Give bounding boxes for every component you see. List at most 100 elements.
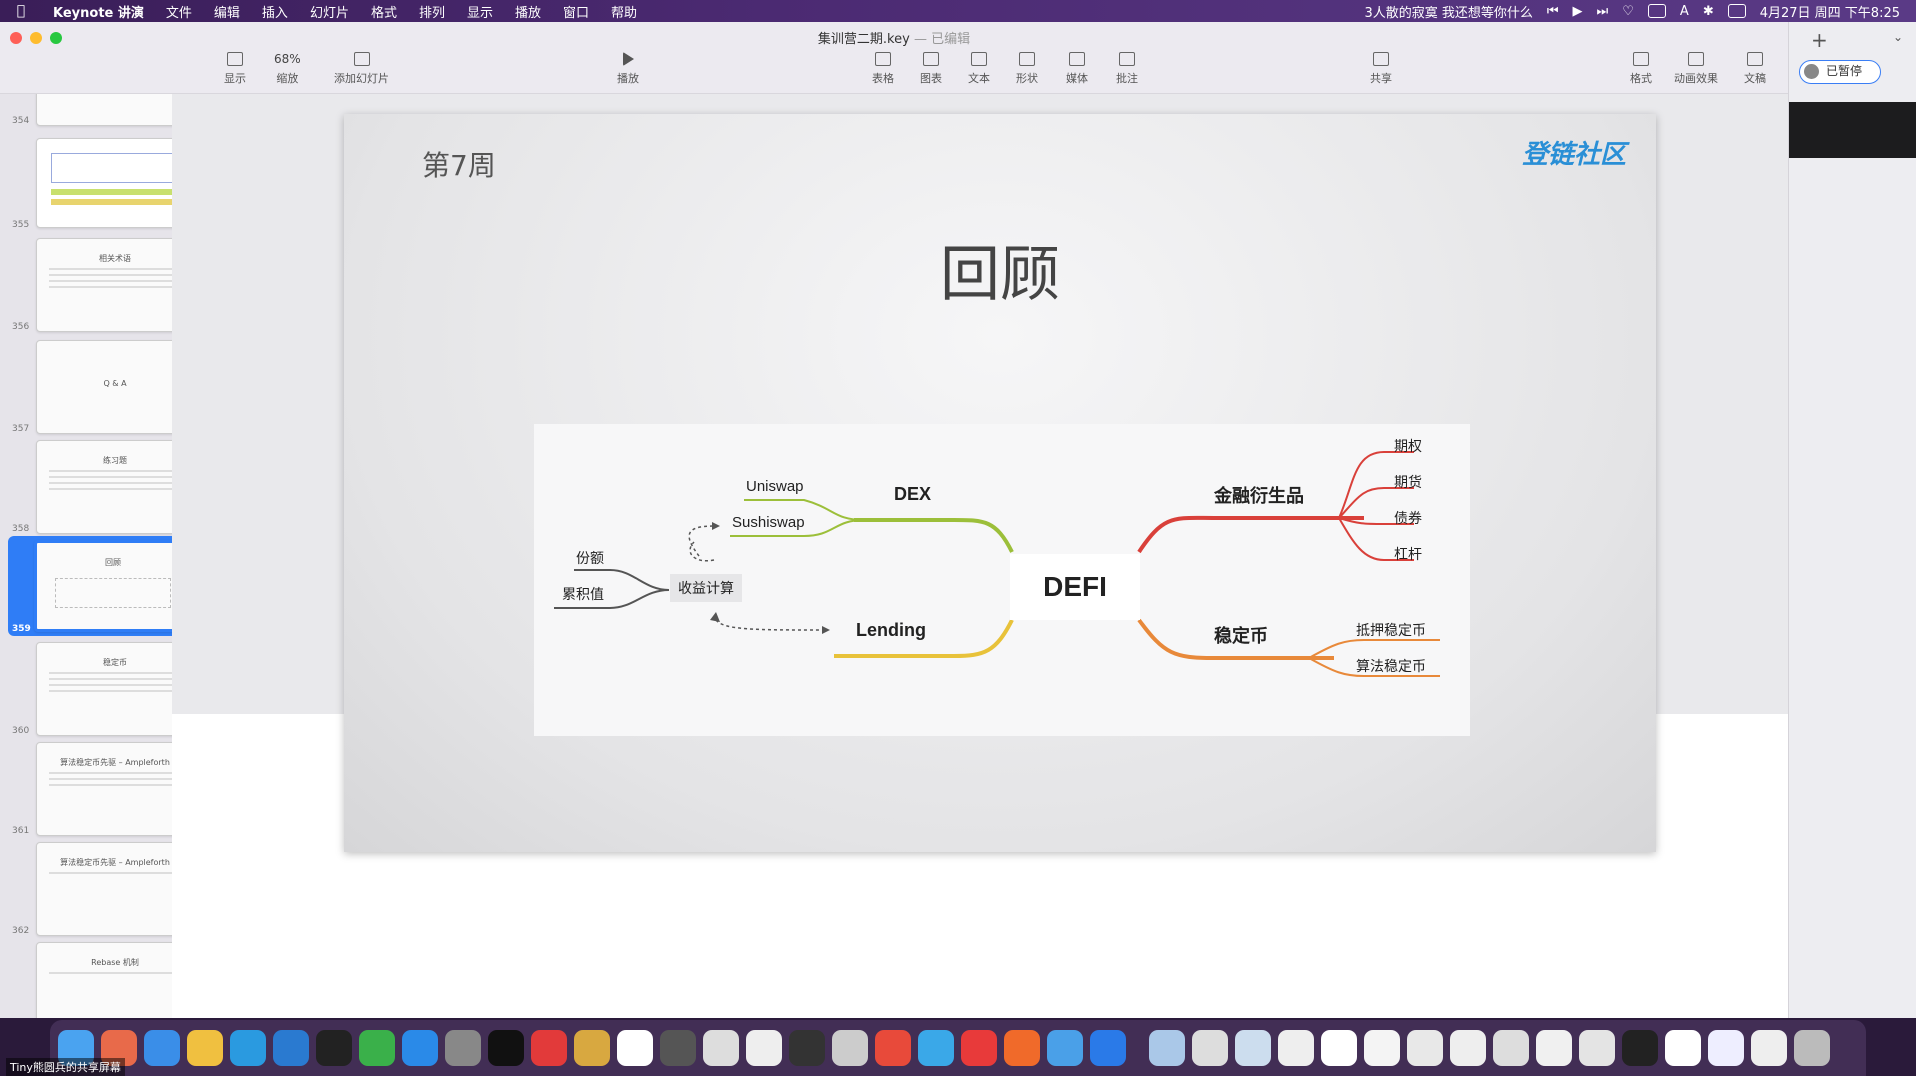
document-button[interactable]: 文稿 xyxy=(1744,52,1766,86)
chart-button[interactable]: 图表 xyxy=(920,52,942,86)
slide-thumb[interactable]: 354 xyxy=(0,94,172,128)
edge-icon[interactable] xyxy=(230,1030,266,1066)
slide-thumb[interactable]: 相关术语 356 xyxy=(0,236,172,334)
status-icon[interactable] xyxy=(1647,4,1666,18)
window-thumbnail-icon[interactable] xyxy=(1708,1030,1744,1066)
defi-mindmap[interactable]: DEFI DEX Uniswap Sushiswap Lending 收益计算 … xyxy=(534,424,1470,736)
xmind-icon[interactable] xyxy=(1004,1030,1040,1066)
menu-slide[interactable]: 幻灯片 xyxy=(299,2,360,21)
view-button[interactable]: 显示 xyxy=(224,52,246,86)
shape-button[interactable]: 形状 xyxy=(1016,52,1038,86)
window-thumbnail-icon[interactable] xyxy=(1579,1030,1615,1066)
slide-thumb[interactable]: Rebase 机制 xyxy=(0,940,172,1018)
node-stablecoin[interactable]: 稳定币 xyxy=(1214,622,1268,648)
typora-icon[interactable] xyxy=(617,1030,653,1066)
wps-icon[interactable] xyxy=(875,1030,911,1066)
clock-text[interactable]: 4月27日 周四 下午8:25 xyxy=(1760,2,1900,21)
coin-icon[interactable] xyxy=(574,1030,610,1066)
youdao-icon[interactable] xyxy=(531,1030,567,1066)
node-yield-calc[interactable]: 收益计算 xyxy=(670,574,742,602)
slide-thumb[interactable]: Q & A 357 xyxy=(0,338,172,436)
add-slide-button[interactable]: 添加幻灯片 xyxy=(334,52,389,86)
bluetooth-icon[interactable]: ✱ xyxy=(1703,4,1714,19)
menu-app[interactable]: Keynote 讲演 xyxy=(42,2,155,21)
window-thumbnail-icon[interactable] xyxy=(1364,1030,1400,1066)
node-lending[interactable]: Lending xyxy=(856,620,926,641)
terminal-icon[interactable] xyxy=(316,1030,352,1066)
node-derivatives[interactable]: 金融衍生品 xyxy=(1214,482,1304,508)
window-thumbnail-icon[interactable] xyxy=(1407,1030,1443,1066)
center-node-defi[interactable]: DEFI xyxy=(1010,554,1140,620)
chevron-down-icon[interactable]: ⌄ xyxy=(1893,30,1903,44)
preview-icon[interactable] xyxy=(832,1030,868,1066)
slide-thumb[interactable]: 稳定币 360 xyxy=(0,640,172,738)
window-thumbnail-icon[interactable] xyxy=(1493,1030,1529,1066)
menu-arrange[interactable]: 排列 xyxy=(408,2,456,21)
wechat-icon[interactable] xyxy=(359,1030,395,1066)
menu-view[interactable]: 显示 xyxy=(456,2,504,21)
current-slide[interactable]: 第7周 登链社区 回顾 DEFI DEX Uniswap Sushiswap L… xyxy=(344,114,1656,852)
qq-icon[interactable] xyxy=(488,1030,524,1066)
node-bonds[interactable]: 债券 xyxy=(1394,508,1422,528)
calculator-icon[interactable] xyxy=(660,1030,696,1066)
window-thumbnail-icon[interactable] xyxy=(1665,1030,1701,1066)
lark-icon[interactable] xyxy=(1090,1030,1126,1066)
node-accum[interactable]: 累积值 xyxy=(562,584,604,604)
text-button[interactable]: 文本 xyxy=(968,52,990,86)
apple-icon[interactable]:  xyxy=(0,3,42,19)
node-options[interactable]: 期权 xyxy=(1394,436,1422,456)
now-playing-text[interactable]: 3人散的寂寞 我还想等你什么 xyxy=(1364,2,1532,21)
app-store-icon[interactable] xyxy=(402,1030,438,1066)
window-thumbnail-icon[interactable] xyxy=(1235,1030,1271,1066)
slide-thumb[interactable]: 算法稳定币先驱 – Ampleforth 361 xyxy=(0,740,172,838)
settings-icon[interactable] xyxy=(445,1030,481,1066)
window-thumbnail-icon[interactable] xyxy=(1536,1030,1572,1066)
input-method-icon[interactable]: A xyxy=(1680,4,1689,19)
slide-thumb[interactable]: 算法稳定币先驱 – Ampleforth 362 xyxy=(0,840,172,938)
comment-button[interactable]: 批注 xyxy=(1116,52,1138,86)
node-collateral-stable[interactable]: 抵押稳定币 xyxy=(1356,620,1426,640)
heart-icon[interactable]: ♡ xyxy=(1622,4,1634,19)
slide-canvas[interactable]: 第7周 登链社区 回顾 DEFI DEX Uniswap Sushiswap L… xyxy=(172,94,1788,1018)
menu-window[interactable]: 窗口 xyxy=(552,2,600,21)
slide-navigator[interactable]: 354 355 相关术语 356 Q & A 357 练习题 358 回顾 35… xyxy=(0,94,172,1018)
node-sushiswap[interactable]: Sushiswap xyxy=(732,514,805,531)
netease-music-icon[interactable] xyxy=(961,1030,997,1066)
battery-icon[interactable] xyxy=(1727,4,1746,18)
node-algo-stable[interactable]: 算法稳定币 xyxy=(1356,656,1426,676)
menu-insert[interactable]: 插入 xyxy=(251,2,299,21)
prev-track-icon[interactable]: ⏮ xyxy=(1547,4,1559,19)
trash-icon[interactable] xyxy=(1794,1030,1830,1066)
window-thumbnail-icon[interactable] xyxy=(1149,1030,1185,1066)
node-share[interactable]: 份额 xyxy=(576,548,604,568)
paused-badge[interactable]: 已暂停 xyxy=(1799,60,1881,84)
pages-icon[interactable] xyxy=(746,1030,782,1066)
menu-play[interactable]: 播放 xyxy=(504,2,552,21)
chrome-icon[interactable] xyxy=(187,1030,223,1066)
window-thumbnail-icon[interactable] xyxy=(1321,1030,1357,1066)
window-thumbnail-icon[interactable] xyxy=(1192,1030,1228,1066)
table-button[interactable]: 表格 xyxy=(872,52,894,86)
vscode-icon[interactable] xyxy=(273,1030,309,1066)
zoom-menu[interactable]: 68% 缩放 xyxy=(274,52,301,86)
media-button[interactable]: 媒体 xyxy=(1066,52,1088,86)
slide-thumb[interactable]: 355 xyxy=(0,136,172,232)
keynote-icon[interactable] xyxy=(1047,1030,1083,1066)
menu-help[interactable]: 帮助 xyxy=(600,2,648,21)
node-futures[interactable]: 期货 xyxy=(1394,472,1422,492)
add-icon[interactable]: + xyxy=(1811,28,1828,52)
menu-format[interactable]: 格式 xyxy=(360,2,408,21)
window-thumbnail-icon[interactable] xyxy=(1450,1030,1486,1066)
evernote-icon[interactable] xyxy=(703,1030,739,1066)
window-thumbnail-icon[interactable] xyxy=(1278,1030,1314,1066)
node-uniswap[interactable]: Uniswap xyxy=(746,478,804,495)
remix-icon[interactable] xyxy=(789,1030,825,1066)
window-thumbnail-icon[interactable] xyxy=(1751,1030,1787,1066)
play-icon[interactable]: ▶ xyxy=(1573,4,1583,19)
safari-icon[interactable] xyxy=(144,1030,180,1066)
node-dex[interactable]: DEX xyxy=(894,484,931,505)
node-leverage[interactable]: 杠杆 xyxy=(1394,544,1422,564)
format-button[interactable]: 格式 xyxy=(1630,52,1652,86)
menu-file[interactable]: 文件 xyxy=(155,2,203,21)
next-track-icon[interactable]: ⏭ xyxy=(1597,4,1609,19)
